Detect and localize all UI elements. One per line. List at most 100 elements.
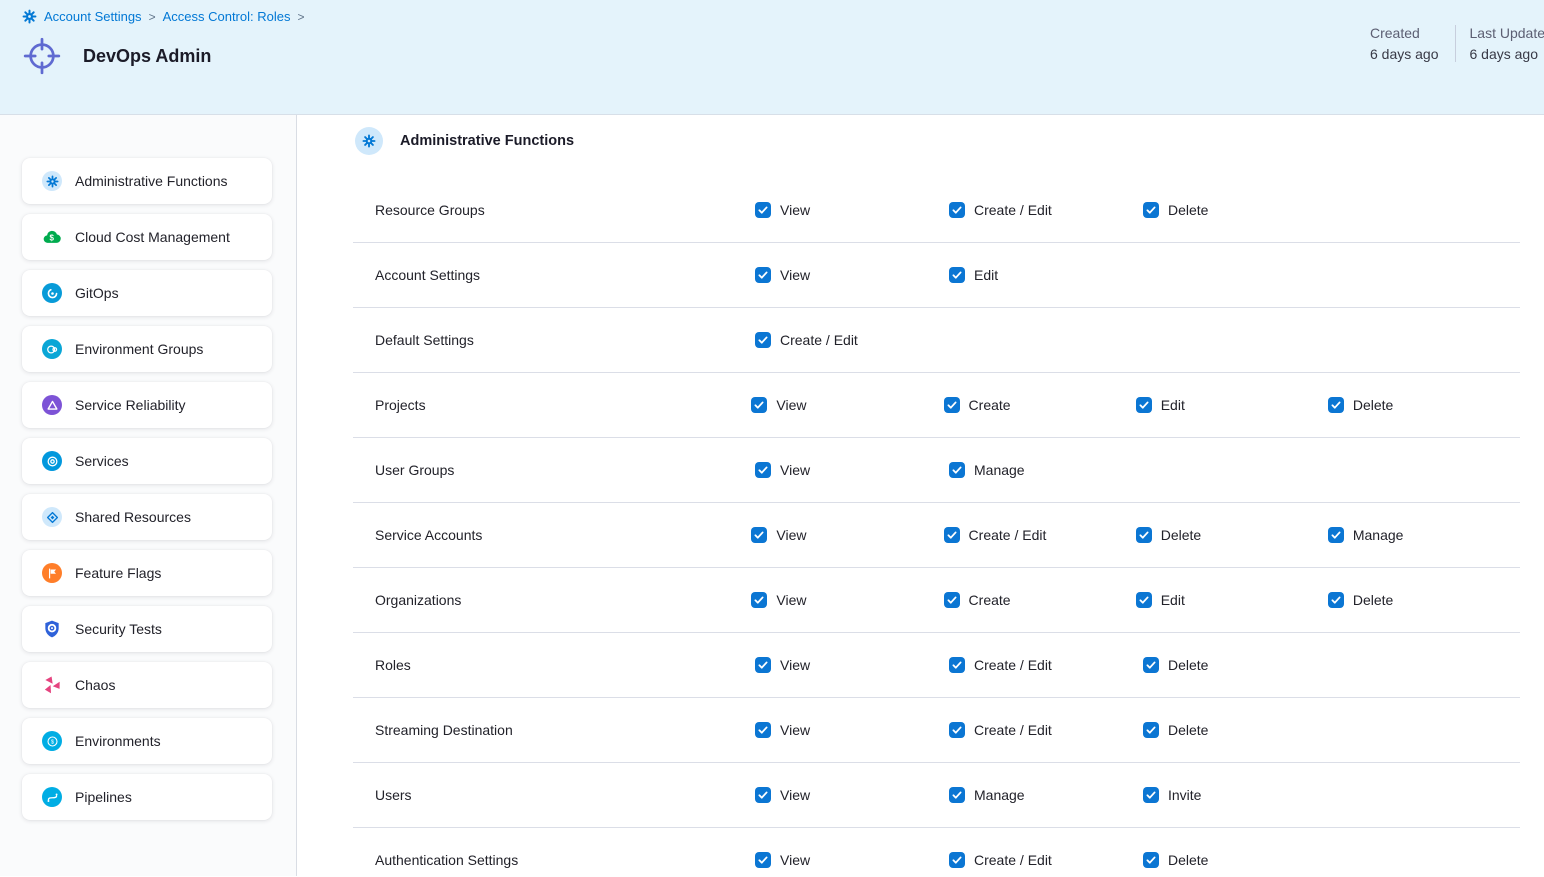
permission-cell: View: [755, 852, 949, 868]
permission-label[interactable]: Invite: [1168, 787, 1201, 803]
permission-label[interactable]: View: [780, 462, 810, 478]
sidebar-item-security-tests[interactable]: Security Tests: [22, 606, 272, 652]
sidebar-item-gitops[interactable]: GitOps: [22, 270, 272, 316]
permission-checkbox[interactable]: [755, 852, 771, 868]
permission-checkbox[interactable]: [944, 592, 960, 608]
permission-checkbox[interactable]: [1143, 787, 1159, 803]
permission-checkbox[interactable]: [751, 592, 767, 608]
permission-checkbox[interactable]: [751, 527, 767, 543]
permission-checkbox[interactable]: [944, 397, 960, 413]
permission-label[interactable]: Delete: [1353, 397, 1393, 413]
permission-cell: Delete: [1328, 397, 1520, 413]
permission-label[interactable]: Manage: [974, 787, 1025, 803]
sidebar-item-services[interactable]: Services: [22, 438, 272, 484]
permission-checkbox[interactable]: [949, 852, 965, 868]
permission-cell: Create / Edit: [755, 332, 949, 348]
permission-checkbox[interactable]: [944, 527, 960, 543]
permission-checkbox[interactable]: [949, 787, 965, 803]
permission-checkbox[interactable]: [1328, 592, 1344, 608]
permission-label[interactable]: Delete: [1353, 592, 1393, 608]
permission-label[interactable]: View: [780, 787, 810, 803]
permission-label[interactable]: View: [780, 852, 810, 868]
permission-checkbox[interactable]: [1328, 527, 1344, 543]
sidebar-item-feature-flags[interactable]: Feature Flags: [22, 550, 272, 596]
resource-label: Default Settings: [353, 332, 755, 348]
meta-value: 6 days ago: [1470, 46, 1544, 62]
permission-cell: Edit: [1136, 397, 1328, 413]
permission-checkbox[interactable]: [755, 332, 771, 348]
sidebar-item-administrative-functions[interactable]: Administrative Functions: [22, 158, 272, 204]
permission-checkbox[interactable]: [1136, 397, 1152, 413]
permission-label[interactable]: View: [780, 722, 810, 738]
permission-checkbox[interactable]: [755, 267, 771, 283]
permission-label[interactable]: Delete: [1168, 202, 1208, 218]
permission-label[interactable]: Delete: [1168, 657, 1208, 673]
permission-label[interactable]: View: [780, 657, 810, 673]
permission-checkbox[interactable]: [1136, 592, 1152, 608]
permission-label[interactable]: Edit: [1161, 397, 1185, 413]
permission-label[interactable]: Edit: [974, 267, 998, 283]
permission-checkbox[interactable]: [755, 722, 771, 738]
breadcrumb-link[interactable]: Access Control: Roles: [163, 9, 291, 24]
meta-divider: [1455, 25, 1456, 62]
table-row: Default Settings Create / Edit: [353, 308, 1520, 373]
permission-label[interactable]: Create / Edit: [974, 722, 1052, 738]
env-groups-icon: [42, 339, 62, 359]
sidebar-item-chaos[interactable]: Chaos: [22, 662, 272, 708]
permission-label[interactable]: Create / Edit: [974, 852, 1052, 868]
sidebar-item-cloud-cost-management[interactable]: $ Cloud Cost Management: [22, 214, 272, 260]
permission-label[interactable]: Delete: [1161, 527, 1201, 543]
permission-label[interactable]: Delete: [1168, 722, 1208, 738]
permission-checkbox[interactable]: [1143, 852, 1159, 868]
resource-label: Authentication Settings: [353, 852, 755, 868]
sidebar-item-environment-groups[interactable]: Environment Groups: [22, 326, 272, 372]
permission-label[interactable]: Create / Edit: [974, 657, 1052, 673]
permission-cell: Create / Edit: [949, 852, 1143, 868]
permission-checkbox[interactable]: [755, 202, 771, 218]
breadcrumb-link[interactable]: Account Settings: [44, 9, 142, 24]
permission-label[interactable]: Create: [969, 592, 1011, 608]
permission-checkbox[interactable]: [1328, 397, 1344, 413]
table-row: Service Accounts View Create / Edit Dele…: [353, 503, 1520, 568]
permission-checkbox[interactable]: [751, 397, 767, 413]
shared-resources-icon: [42, 507, 62, 527]
permission-cell: Delete: [1143, 722, 1337, 738]
sidebar-item-label: Administrative Functions: [75, 173, 228, 189]
permission-checkbox[interactable]: [755, 657, 771, 673]
sidebar-item-environments[interactable]: $ Environments: [22, 718, 272, 764]
permission-label[interactable]: View: [776, 397, 806, 413]
permission-label[interactable]: Edit: [1161, 592, 1185, 608]
permission-checkbox[interactable]: [1143, 202, 1159, 218]
permission-cell: Delete: [1136, 527, 1328, 543]
permission-cell: Delete: [1143, 202, 1337, 218]
sidebar-item-label: Environment Groups: [75, 341, 203, 357]
permission-checkbox[interactable]: [755, 462, 771, 478]
permission-label[interactable]: View: [780, 267, 810, 283]
resource-label: Resource Groups: [353, 202, 755, 218]
permission-label[interactable]: Create / Edit: [969, 527, 1047, 543]
permission-checkbox[interactable]: [949, 462, 965, 478]
permission-cell: Invite: [1143, 787, 1337, 803]
permission-checkbox[interactable]: [949, 657, 965, 673]
permission-label[interactable]: Manage: [974, 462, 1025, 478]
sidebar-item-pipelines[interactable]: Pipelines: [22, 774, 272, 820]
permission-label[interactable]: View: [780, 202, 810, 218]
permission-checkbox[interactable]: [1143, 657, 1159, 673]
permission-label[interactable]: Create / Edit: [780, 332, 858, 348]
gear-icon: [42, 171, 62, 191]
permission-cell: Create: [944, 592, 1136, 608]
permission-label[interactable]: Manage: [1353, 527, 1404, 543]
permission-checkbox[interactable]: [1136, 527, 1152, 543]
permission-label[interactable]: Create / Edit: [974, 202, 1052, 218]
permission-checkbox[interactable]: [949, 722, 965, 738]
permission-label[interactable]: View: [776, 592, 806, 608]
sidebar-item-shared-resources[interactable]: Shared Resources: [22, 494, 272, 540]
permission-checkbox[interactable]: [949, 202, 965, 218]
permission-label[interactable]: Delete: [1168, 852, 1208, 868]
permission-checkbox[interactable]: [755, 787, 771, 803]
permission-checkbox[interactable]: [1143, 722, 1159, 738]
sidebar-item-service-reliability[interactable]: Service Reliability: [22, 382, 272, 428]
permission-checkbox[interactable]: [949, 267, 965, 283]
permission-label[interactable]: View: [776, 527, 806, 543]
permission-label[interactable]: Create: [969, 397, 1011, 413]
